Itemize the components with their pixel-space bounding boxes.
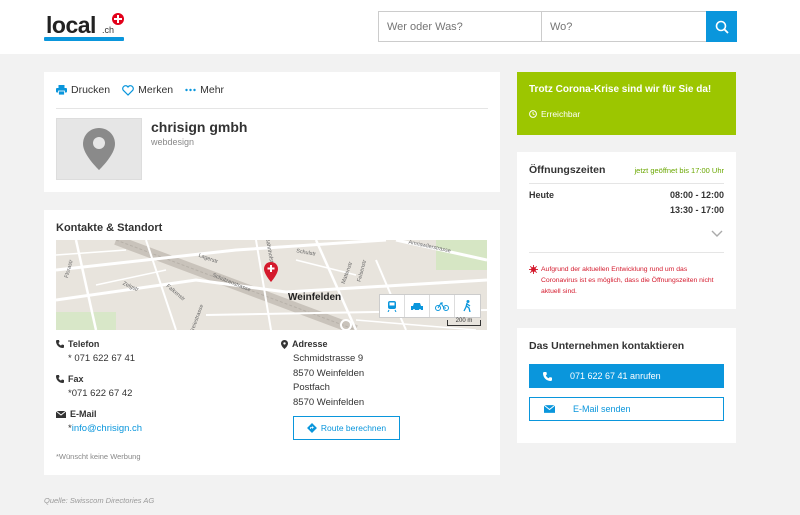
phone-value[interactable]: * 071 622 67 41 [68, 353, 135, 364]
bicycle-icon [435, 301, 449, 311]
address-line: 8570 Weinfelden [293, 397, 365, 408]
transport-mode-selector [379, 294, 481, 318]
save-label: Merken [138, 84, 174, 96]
fax-label: Fax [56, 374, 84, 384]
more-label: Mehr [200, 84, 225, 96]
transport-walk-button[interactable] [455, 295, 480, 317]
search-icon [715, 20, 729, 34]
transport-train-button[interactable] [380, 295, 405, 317]
train-icon [387, 300, 397, 312]
fax-value: *071 622 67 42 [68, 388, 133, 399]
car-icon [411, 302, 423, 311]
swiss-cross-icon [112, 13, 124, 25]
hours-slot-morning: 08:00 - 12:00 [669, 190, 724, 200]
hours-slot-afternoon: 13:30 - 17:00 [669, 205, 724, 215]
contact-company-card: Das Unternehmen kontaktieren 071 622 67 … [517, 328, 736, 443]
hours-title: Öffnungszeiten [529, 164, 606, 176]
route-button[interactable]: Route berechnen [293, 416, 400, 440]
phone-icon [543, 371, 552, 381]
logo-underline [44, 37, 124, 41]
banner-title: Trotz Corona-Krise sind wir für Sie da! [529, 84, 712, 95]
printer-icon [56, 85, 67, 95]
corona-banner: Trotz Corona-Krise sind wir für Sie da! … [517, 72, 736, 135]
source-credit: Quelle: Swisscom Directories AG [44, 496, 155, 505]
walking-icon [463, 300, 471, 312]
call-button[interactable]: 071 622 67 41 anrufen [529, 364, 724, 388]
open-status: jetzt geöffnet bis 17:00 Uhr [634, 166, 724, 175]
company-image-placeholder [56, 118, 142, 180]
logo-suffix: .ch [102, 25, 115, 35]
address-line: Postfach [293, 382, 330, 393]
chevron-down-icon[interactable] [711, 230, 723, 238]
reachable-link[interactable]: Erreichbar [529, 109, 580, 119]
local-ch-logo[interactable]: local .ch [44, 11, 124, 42]
more-button[interactable]: Mehr [185, 84, 224, 96]
toolbar-divider [56, 108, 488, 109]
route-icon [306, 423, 317, 433]
dots-icon [185, 88, 196, 92]
corona-warning-text: Aufgrund der aktuellen Entwicklung rund … [541, 266, 714, 295]
opening-hours-card: Öffnungszeiten jetzt geöffnet bis 17:00 … [517, 152, 736, 309]
company-card: Drucken Merken Mehr chrisign gmbh webdes… [44, 72, 500, 192]
email-label: E-Mail [56, 409, 97, 419]
search-button[interactable] [706, 11, 737, 42]
cta-title: Das Unternehmen kontaktieren [529, 340, 685, 352]
phone-icon [56, 375, 64, 383]
contact-card: Kontakte & Standort Amriswilerstrasse Sc… [44, 210, 500, 475]
envelope-icon [56, 410, 66, 418]
contact-section-title: Kontakte & Standort [56, 222, 163, 234]
send-email-label: E-Mail senden [573, 404, 631, 414]
logo-text: local [46, 12, 96, 38]
company-category[interactable]: webdesign [151, 137, 194, 147]
search-where-input[interactable] [541, 11, 707, 42]
send-email-button[interactable]: E-Mail senden [529, 397, 724, 421]
location-map[interactable]: Amriswilerstrasse Schulstr Bahnhofstrass… [56, 240, 487, 330]
clock-icon [529, 110, 537, 118]
route-label: Route berechnen [320, 423, 387, 433]
map-pin-icon [281, 339, 288, 349]
no-ads-note: *Wünscht keine Werbung [56, 452, 141, 461]
map-marker-icon[interactable] [264, 262, 278, 282]
print-button[interactable]: Drucken [56, 84, 110, 96]
call-label: 071 622 67 41 anrufen [570, 371, 661, 381]
address-line: Schmidstrasse 9 [293, 353, 364, 364]
email-value: *info@chrisign.ch [68, 423, 142, 434]
address-line: 8570 Weinfelden [293, 368, 365, 379]
heart-icon [122, 84, 134, 96]
print-label: Drucken [71, 84, 111, 96]
search-what-input[interactable] [378, 11, 542, 42]
hours-day: Heute [529, 190, 555, 200]
save-button[interactable]: Merken [122, 84, 173, 96]
reachable-label: Erreichbar [541, 109, 581, 119]
phone-label: Telefon [56, 339, 99, 349]
action-toolbar: Drucken Merken Mehr [56, 84, 224, 96]
phone-icon [56, 340, 64, 348]
company-name: chrisign gmbh [151, 119, 248, 135]
corona-warning: Aufgrund der aktuellen Entwicklung rund … [529, 264, 724, 297]
transport-bike-button[interactable] [430, 295, 455, 317]
hours-divider [529, 183, 724, 184]
map-scale: 200 m [447, 318, 481, 326]
email-link[interactable]: info@chrisign.ch [72, 423, 142, 434]
envelope-icon [544, 405, 555, 413]
site-header: local .ch [0, 0, 800, 54]
virus-icon [529, 265, 538, 274]
map-city-label: Weinfelden [288, 292, 342, 303]
map-scale-label: 200 m [455, 318, 473, 324]
hours-divider [529, 252, 724, 253]
transport-car-button[interactable] [405, 295, 430, 317]
location-pin-icon [83, 128, 115, 170]
address-label: Adresse [281, 339, 328, 349]
